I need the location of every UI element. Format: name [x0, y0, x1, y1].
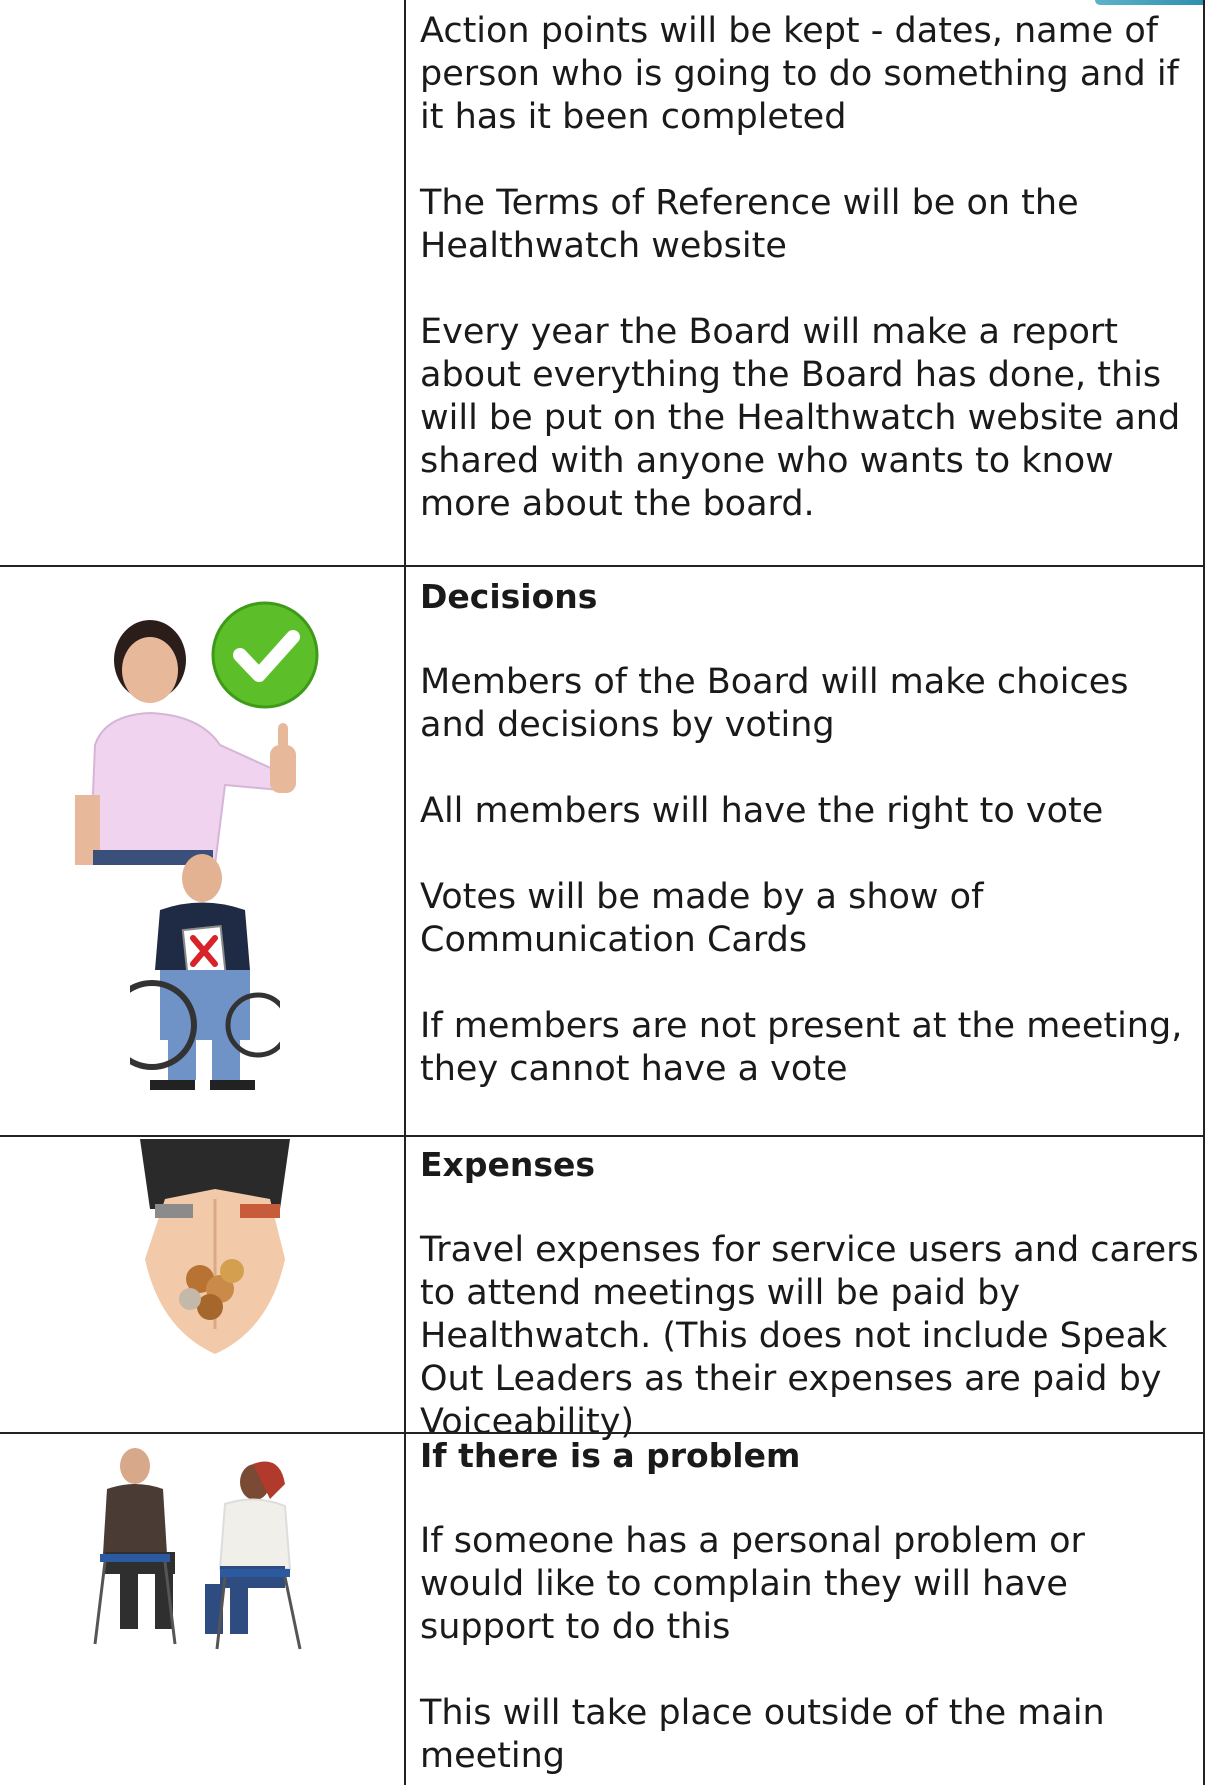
thumbs-up-check-icon — [75, 601, 319, 865]
easy-read-table: Action points will be kept - dates, name… — [0, 0, 1205, 1785]
row-divider — [0, 1135, 1205, 1137]
table-row-expenses: Expenses Travel expenses for service use… — [0, 1135, 1205, 1442]
image-cell-problem — [0, 1432, 406, 1785]
image-cell-decisions — [0, 565, 406, 1135]
paragraph: The Terms of Reference will be on the He… — [420, 183, 1079, 266]
text-cell-decisions: Decisions Members of the Board will make… — [406, 565, 1205, 1135]
text-cell-expenses: Expenses Travel expenses for service use… — [406, 1135, 1205, 1442]
table-row-problem: If there is a problem If someone has a p… — [0, 1432, 1205, 1785]
paragraph: Action points will be kept - dates, name… — [420, 11, 1179, 137]
text-cell-problem: If there is a problem If someone has a p… — [406, 1432, 1205, 1785]
wheelchair-vote-no-icon — [130, 854, 280, 1090]
paragraph: Votes will be made by a show of Communic… — [420, 877, 984, 960]
paragraph: If someone has a personal problem or wou… — [420, 1521, 1085, 1647]
paragraph: Members of the Board will make choices a… — [420, 662, 1129, 745]
image-cell-expenses — [0, 1135, 406, 1432]
empty-image-cell — [0, 0, 406, 565]
text-cell-intro: Action points will be kept - dates, name… — [406, 0, 1205, 565]
paragraph: If members are not present at the meetin… — [420, 1006, 1183, 1089]
two-people-talking-icon — [93, 1448, 302, 1650]
row-divider — [0, 565, 1205, 567]
paragraph: This will take place outside of the main… — [420, 1693, 1105, 1776]
section-heading: If there is a problem — [420, 1436, 801, 1475]
paragraph: All members will have the right to vote — [420, 791, 1104, 831]
column-divider — [404, 0, 406, 1785]
row-divider — [0, 1432, 1205, 1434]
paragraph: Every year the Board will make a report … — [420, 312, 1181, 524]
section-heading: Expenses — [420, 1145, 595, 1184]
coins-in-hands-icon — [140, 1139, 290, 1354]
section-heading: Decisions — [420, 577, 598, 616]
paragraph: Travel expenses for service users and ca… — [420, 1230, 1199, 1442]
table-row-intro: Action points will be kept - dates, name… — [0, 0, 1205, 565]
table-row-decisions: Decisions Members of the Board will make… — [0, 565, 1205, 1135]
